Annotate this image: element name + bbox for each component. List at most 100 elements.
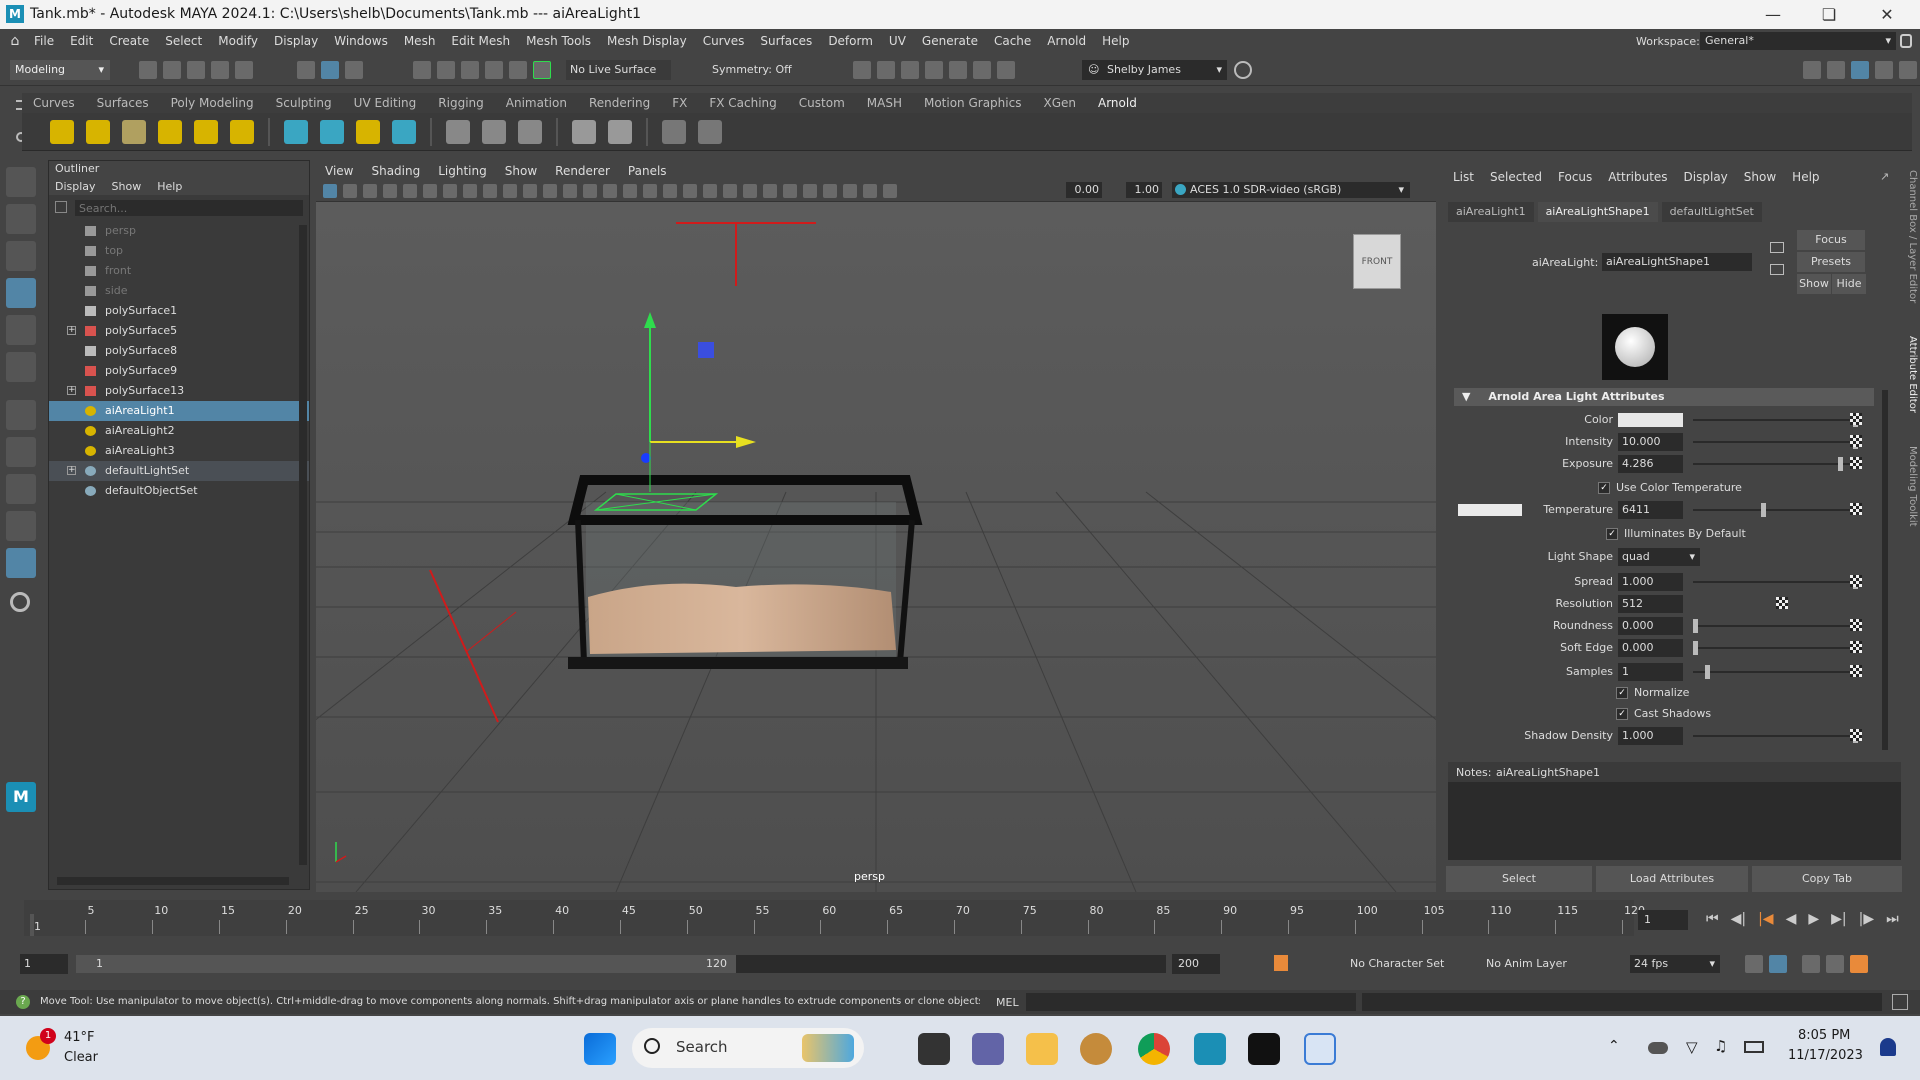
scale-tool-icon[interactable] — [6, 352, 36, 382]
light-shape-select[interactable]: quad ▾ — [1618, 548, 1700, 566]
temperature-slider[interactable] — [1693, 503, 1858, 517]
snap-grid-icon[interactable] — [413, 61, 431, 79]
temperature-field[interactable]: 6411 — [1618, 501, 1683, 519]
photometric-light-icon[interactable] — [122, 119, 146, 144]
outliner-layout-icon[interactable] — [6, 548, 36, 578]
colorspace-select[interactable]: ACES 1.0 SDR-video (sRGB) ▾ — [1172, 182, 1410, 198]
shelf-tab-poly-modeling[interactable]: Poly Modeling — [160, 93, 265, 113]
smooth-shade-icon[interactable] — [603, 184, 617, 198]
expand-icon[interactable]: + — [67, 326, 76, 335]
gamma-field[interactable]: 1.00 — [1126, 182, 1162, 198]
color-swatch[interactable] — [1618, 413, 1683, 427]
side-tab-attribute-editor[interactable]: Attribute Editor — [1904, 336, 1918, 426]
lock-icon[interactable] — [1900, 34, 1912, 48]
menu-windows[interactable]: Windows — [326, 29, 396, 54]
mesh-light-icon[interactable] — [86, 119, 110, 144]
arnold-render-icon[interactable] — [973, 61, 991, 79]
select-component-icon[interactable] — [345, 61, 363, 79]
select-object-icon[interactable] — [321, 61, 339, 79]
snap-surface-icon[interactable] — [509, 61, 527, 79]
menu-uv[interactable]: UV — [881, 29, 914, 54]
outliner-item-persp[interactable]: persp — [49, 221, 309, 241]
single-pane-icon[interactable] — [6, 437, 36, 467]
tab-aiarealightshape1[interactable]: aiAreaLightShape1 — [1537, 202, 1658, 222]
spread-slider[interactable] — [1693, 575, 1858, 589]
roundness-slider[interactable] — [1693, 619, 1858, 633]
step-back-key-icon[interactable]: ◀| — [1731, 911, 1746, 927]
flush-cache-icon[interactable] — [482, 119, 506, 144]
layout-outliner-icon[interactable] — [1875, 61, 1893, 79]
camera-attr-icon[interactable] — [343, 184, 357, 198]
export-icon[interactable] — [608, 119, 632, 144]
side-tab-modeling-toolkit[interactable]: Modeling Toolkit — [1904, 446, 1918, 546]
texture-manager-icon[interactable] — [518, 119, 542, 144]
snap-point-icon[interactable] — [461, 61, 479, 79]
chrome-icon[interactable] — [1138, 1033, 1170, 1065]
range-slider[interactable]: 1 120 — [76, 955, 1166, 973]
menu-surfaces[interactable]: Surfaces — [752, 29, 820, 54]
mode-select[interactable]: Modeling ▾ — [10, 60, 110, 80]
map-button-icon[interactable] — [1776, 597, 1788, 609]
save-scene-icon[interactable] — [187, 61, 205, 79]
hypershade-icon[interactable] — [949, 61, 967, 79]
spread-field[interactable]: 1.000 — [1618, 573, 1683, 591]
end-time-field[interactable]: 200 — [1172, 954, 1220, 974]
physical-sky-icon[interactable] — [230, 119, 254, 144]
shelf-tab-animation[interactable]: Animation — [495, 93, 578, 113]
onedrive-icon[interactable] — [1648, 1042, 1668, 1054]
start-time-field[interactable]: 1 — [20, 954, 68, 974]
color-slider[interactable] — [1693, 413, 1858, 427]
slider-knob[interactable] — [1693, 619, 1698, 633]
viewport-menu-lighting[interactable]: Lighting — [429, 164, 496, 178]
roundness-field[interactable]: 0.000 — [1618, 617, 1683, 635]
textured-icon[interactable] — [643, 184, 657, 198]
shelf-tab-fx[interactable]: FX — [661, 93, 698, 113]
character-set-select[interactable]: No Character Set — [1350, 955, 1460, 973]
outliner-item-aiarealight3[interactable]: aiAreaLight3 — [49, 441, 309, 461]
menu-arnold[interactable]: Arnold — [1039, 29, 1094, 54]
help-search-icon[interactable] — [1234, 61, 1252, 79]
2d-pan-icon[interactable] — [403, 184, 417, 198]
outliner-menu-show[interactable]: Show — [112, 180, 142, 193]
auto-key-icon[interactable] — [1274, 955, 1288, 971]
anim-layer-select[interactable]: No Anim Layer — [1486, 955, 1586, 973]
step-back-frame-icon[interactable]: |◀ — [1758, 911, 1773, 927]
xray-active-icon[interactable] — [803, 184, 817, 198]
step-forward-key-icon[interactable]: |▶ — [1859, 911, 1874, 927]
menu-modify[interactable]: Modify — [210, 29, 266, 54]
close-button[interactable]: ✕ — [1864, 2, 1910, 28]
menu-file[interactable]: File — [26, 29, 62, 54]
layout-attribute-icon[interactable] — [1827, 61, 1845, 79]
ae-menu-help[interactable]: Help — [1784, 170, 1827, 184]
shelf-tab-curves[interactable]: Curves — [22, 93, 86, 113]
go-to-output-icon[interactable] — [1770, 264, 1784, 275]
play-render-icon[interactable] — [698, 119, 722, 144]
undo-icon[interactable] — [211, 61, 229, 79]
map-button-icon[interactable] — [1850, 575, 1862, 587]
script-editor-icon[interactable] — [1892, 994, 1908, 1010]
go-to-input-icon[interactable] — [1770, 242, 1784, 253]
menu-generate[interactable]: Generate — [914, 29, 986, 54]
live-surface-icon[interactable] — [533, 61, 551, 79]
shade-wire-icon[interactable] — [623, 184, 637, 198]
sound-icon[interactable] — [1802, 955, 1820, 973]
use-color-temp-checkbox[interactable]: ✓ — [1598, 482, 1610, 494]
game-app-icon[interactable] — [1080, 1033, 1112, 1065]
menu-edit-mesh[interactable]: Edit Mesh — [443, 29, 518, 54]
menu-select[interactable]: Select — [157, 29, 210, 54]
fps-select[interactable]: 24 fps ▾ — [1630, 955, 1720, 973]
render-view-icon[interactable] — [446, 119, 470, 144]
use-lights-icon[interactable] — [663, 184, 677, 198]
safe-action-icon[interactable] — [543, 184, 557, 198]
snap-view-icon[interactable] — [485, 61, 503, 79]
render-frame-icon[interactable] — [877, 61, 895, 79]
select-hierarchy-icon[interactable] — [297, 61, 315, 79]
play-backward-icon[interactable]: ◀ — [1786, 911, 1797, 927]
light-manager-icon[interactable] — [572, 119, 596, 144]
menu-deform[interactable]: Deform — [820, 29, 881, 54]
rotate-tool-icon[interactable] — [6, 315, 36, 345]
menu-mesh-tools[interactable]: Mesh Tools — [518, 29, 599, 54]
wifi-icon[interactable]: ▽ — [1686, 1038, 1698, 1056]
isolate-icon[interactable] — [763, 184, 777, 198]
outliner-item-polysurface5[interactable]: + polySurface5 — [49, 321, 309, 341]
